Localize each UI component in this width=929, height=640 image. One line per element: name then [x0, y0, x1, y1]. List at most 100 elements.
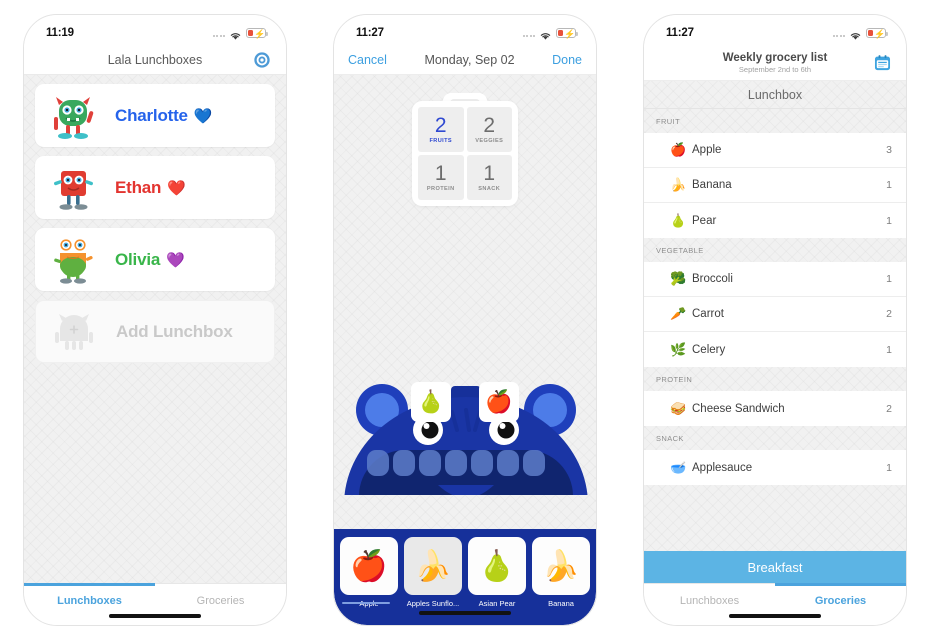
purple-heart-icon: 💜 — [166, 251, 185, 269]
add-lunchbox-button[interactable]: Add Lunchbox — [35, 300, 275, 363]
lunchbox-list: Charlotte 💙 Ethan ❤️ Olivia 💜 Add Lunchb… — [24, 75, 286, 583]
battery-low-charging-icon: ⚡ — [246, 28, 268, 39]
editor-body: 2 FRUITS 2 VEGGIES 1 PROTEIN 1 SNACK 🍐 🍎… — [334, 75, 596, 625]
signal-dots-icon — [212, 29, 225, 37]
tab-indicator — [24, 583, 155, 586]
status-time: 11:19 — [46, 27, 74, 39]
home-indicator[interactable] — [109, 614, 201, 618]
apple-emoji: 🍎 — [485, 389, 513, 414]
page-title: Weekly grocery list — [722, 51, 828, 64]
grocery-qty: 1 — [886, 343, 892, 356]
section-header-snack: SNACK — [656, 433, 684, 443]
done-button[interactable]: Done — [552, 53, 582, 67]
protein-label: PROTEIN — [426, 186, 455, 192]
red-monster-avatar — [45, 161, 101, 215]
grocery-row-banana[interactable]: 🍌 Banana 1 — [644, 168, 906, 203]
gear-icon[interactable] — [252, 50, 272, 70]
page-title: Monday, Sep 02 — [424, 52, 515, 67]
grocery-row-cheese-sandwich[interactable]: 🥪 Cheese Sandwich 2 — [644, 391, 906, 426]
grocery-name: Apple — [692, 144, 722, 156]
lunchbox-card-ethan[interactable]: Ethan ❤️ — [35, 156, 275, 219]
sandwich-icon: 🥪 — [670, 400, 687, 416]
pear-icon: 🍐 — [670, 212, 687, 228]
home-indicator[interactable] — [729, 614, 821, 618]
food-label: Banana — [548, 599, 574, 608]
grocery-row-applesauce[interactable]: 🥣 Applesauce 1 — [644, 450, 906, 485]
green-monster-avatar — [45, 89, 101, 143]
navigation-bar: Weekly grocery list September 2nd to 6th — [644, 45, 906, 81]
lunchbox-name: Ethan ❤️ — [115, 178, 186, 198]
tab-groceries[interactable]: Groceries — [775, 584, 906, 625]
calendar-icon[interactable] — [873, 53, 892, 72]
blue-monster-illustration[interactable]: 🍐 🍎 — [334, 290, 596, 613]
grocery-row-carrot[interactable]: 🥕 Carrot 2 — [644, 297, 906, 332]
grocery-name: Banana — [692, 179, 732, 191]
tab-groceries[interactable]: Groceries — [155, 584, 286, 625]
grocery-name: Carrot — [692, 308, 724, 320]
snack-label: SNACK — [478, 186, 501, 192]
page-title: Lala Lunchboxes — [107, 52, 203, 67]
grocery-name: Applesauce — [692, 461, 753, 474]
food-item-banana[interactable]: 🍌 Banana — [532, 537, 590, 625]
count-cell-protein[interactable]: 1 PROTEIN — [418, 155, 464, 200]
scroll-indicator[interactable] — [342, 601, 390, 604]
phone-lunchbox-editor: 11:27 ⚡ Cancel Monday, Sep 02 Done 2 FRU… — [333, 14, 597, 626]
banana-thumbnail-icon: 🍌 — [532, 537, 590, 595]
banana-emoji: 🍌 — [542, 549, 580, 583]
status-bar: 11:27 ⚡ — [644, 15, 906, 45]
signal-dots-icon — [832, 29, 845, 37]
grocery-name: Celery — [692, 343, 726, 356]
count-cell-fruits[interactable]: 2 FRUITS — [418, 107, 464, 152]
veggies-label: VEGGIES — [475, 138, 504, 144]
home-indicator[interactable] — [419, 611, 511, 615]
segment-header-lunchbox[interactable]: Lunchbox — [644, 81, 906, 109]
apples-sunflower-thumbnail-icon: 🍌 — [404, 537, 462, 595]
cancel-button[interactable]: Cancel — [348, 53, 387, 67]
red-heart-icon: ❤️ — [167, 179, 186, 197]
phone-grocery-list: 11:27 ⚡ Weekly grocery list September 2n… — [643, 14, 907, 626]
lunchbox-name-text: Olivia — [115, 249, 161, 269]
asian-pear-thumbnail-icon: 🍐 — [468, 537, 526, 595]
status-time: 11:27 — [356, 27, 384, 39]
tab-lunchboxes[interactable]: Lunchboxes — [24, 584, 155, 625]
grocery-row-pear[interactable]: 🍐 Pear 1 — [644, 203, 906, 238]
banana-icon: 🍌 — [670, 177, 687, 192]
tab-lunchboxes[interactable]: Lunchboxes — [644, 584, 775, 625]
broccoli-icon: 🥦 — [670, 271, 687, 286]
mouth-item-apple[interactable]: 🍎 — [479, 382, 519, 422]
three-phone-screenshot: 11:19 ⚡ Lala Lunchboxes Charlotte 💙 Etha… — [0, 0, 929, 640]
protein-count: 1 — [434, 162, 447, 185]
add-monster-placeholder-icon — [46, 305, 102, 359]
snack-count: 1 — [483, 162, 496, 185]
status-time: 11:27 — [666, 27, 694, 39]
grocery-qty: 1 — [886, 273, 892, 285]
grocery-name: Broccoli — [692, 273, 733, 285]
lunchbox-card-charlotte[interactable]: Charlotte 💙 — [35, 84, 275, 147]
count-cell-veggies[interactable]: 2 VEGGIES — [466, 107, 512, 152]
carrot-icon: 🥕 — [670, 306, 687, 321]
grocery-name: Cheese Sandwich — [692, 402, 785, 415]
grocery-qty: 1 — [886, 214, 892, 227]
section-group-vegetable: 🥦 Broccoli 1 🥕 Carrot 2 🌿 Celery 1 — [644, 262, 906, 367]
navigation-bar: Cancel Monday, Sep 02 Done — [334, 45, 596, 75]
breakfast-section-bar[interactable]: Breakfast — [644, 551, 906, 583]
section-group-snack: 🥣 Applesauce 1 — [644, 450, 906, 485]
mouth-item-pear[interactable]: 🍐 — [411, 382, 451, 422]
signal-dots-icon — [522, 29, 535, 37]
count-cell-snack[interactable]: 1 SNACK — [466, 155, 512, 200]
grocery-row-celery[interactable]: 🌿 Celery 1 — [644, 332, 906, 367]
lunchbox-card-olivia[interactable]: Olivia 💜 — [35, 228, 275, 291]
wifi-icon — [539, 28, 552, 40]
apple-emoji: 🍎 — [350, 549, 388, 583]
add-lunchbox-label: Add Lunchbox — [116, 321, 233, 341]
section-group-fruit: 🍎 Apple 3 🍌 Banana 1 🍐 Pear 1 — [644, 133, 906, 238]
wifi-icon — [849, 28, 862, 40]
food-item-apple[interactable]: 🍎 Apple — [340, 537, 398, 625]
food-label: Apples Sunflo... — [406, 599, 460, 608]
apple-icon: 🍎 — [670, 142, 687, 157]
grocery-row-broccoli[interactable]: 🥦 Broccoli 1 — [644, 262, 906, 297]
section-group-protein: 🥪 Cheese Sandwich 2 — [644, 391, 906, 426]
grocery-row-apple[interactable]: 🍎 Apple 3 — [644, 133, 906, 168]
status-bar: 11:19 ⚡ — [24, 15, 286, 45]
food-label: Asian Pear — [478, 599, 516, 608]
